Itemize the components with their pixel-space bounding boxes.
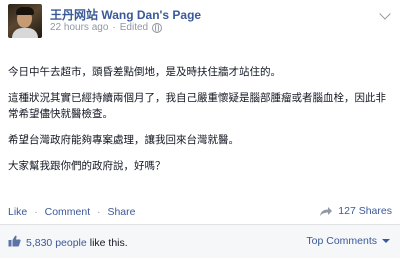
- action-separator: ·: [97, 206, 101, 218]
- post-footer: 5,830 people like this. Top Comments: [0, 224, 400, 258]
- timestamp-link[interactable]: 22 hours ago: [50, 22, 108, 33]
- likes-count-link[interactable]: 5,830 people: [26, 237, 87, 249]
- meta-separator: ·: [112, 22, 116, 33]
- post-meta: 22 hours ago · Edited: [50, 22, 163, 33]
- edited-link[interactable]: Edited: [120, 22, 148, 33]
- likes-text: like this.: [89, 236, 128, 249]
- like-summary: 5,830 people like this.: [8, 235, 128, 250]
- post-paragraph-4: 大家幫我跟你們的政府說，好嗎？: [8, 160, 166, 172]
- globe-icon[interactable]: [152, 22, 163, 33]
- top-comments-dropdown[interactable]: Top Comments: [306, 235, 390, 247]
- top-comments-label: Top Comments: [306, 235, 377, 247]
- shares-count: 127 Shares: [338, 205, 392, 217]
- chevron-down-icon[interactable]: [379, 8, 391, 20]
- share-button[interactable]: Share: [107, 206, 135, 218]
- comment-button[interactable]: Comment: [45, 206, 91, 218]
- post-body: 今日中午去超市，頭昏差點倒地，是及時扶住牆才站住的。 這種狀況其實已經持續兩個月…: [8, 64, 393, 184]
- shares-link[interactable]: 127 Shares: [319, 205, 392, 217]
- page-name-link[interactable]: 王丹网站 Wang Dan's Page: [50, 6, 201, 23]
- like-button[interactable]: Like: [8, 206, 27, 218]
- post-paragraph-1: 今日中午去超市，頭昏差點倒地，是及時扶住牆才站住的。: [8, 66, 281, 78]
- post-paragraph-2: 這種狀況其實已經持續兩個月了，我自己嚴重懷疑是腦部腫瘤或者腦血栓，因此非常希望儘…: [8, 92, 386, 120]
- action-separator: ·: [34, 206, 38, 218]
- avatar-hair: [16, 7, 34, 15]
- share-icon: [319, 206, 333, 217]
- thumbs-up-icon: [8, 235, 21, 250]
- facebook-post: 王丹网站 Wang Dan's Page 22 hours ago · Edit…: [0, 0, 400, 258]
- caret-down-icon: [382, 239, 390, 243]
- page-avatar[interactable]: [8, 4, 42, 38]
- post-header: 王丹网站 Wang Dan's Page 22 hours ago · Edit…: [8, 4, 393, 38]
- avatar-shirt: [12, 28, 38, 38]
- post-paragraph-3: 希望台灣政府能夠專案處理，讓我回來台灣就醫。: [8, 134, 239, 146]
- post-actions: Like · Comment · Share: [8, 206, 136, 218]
